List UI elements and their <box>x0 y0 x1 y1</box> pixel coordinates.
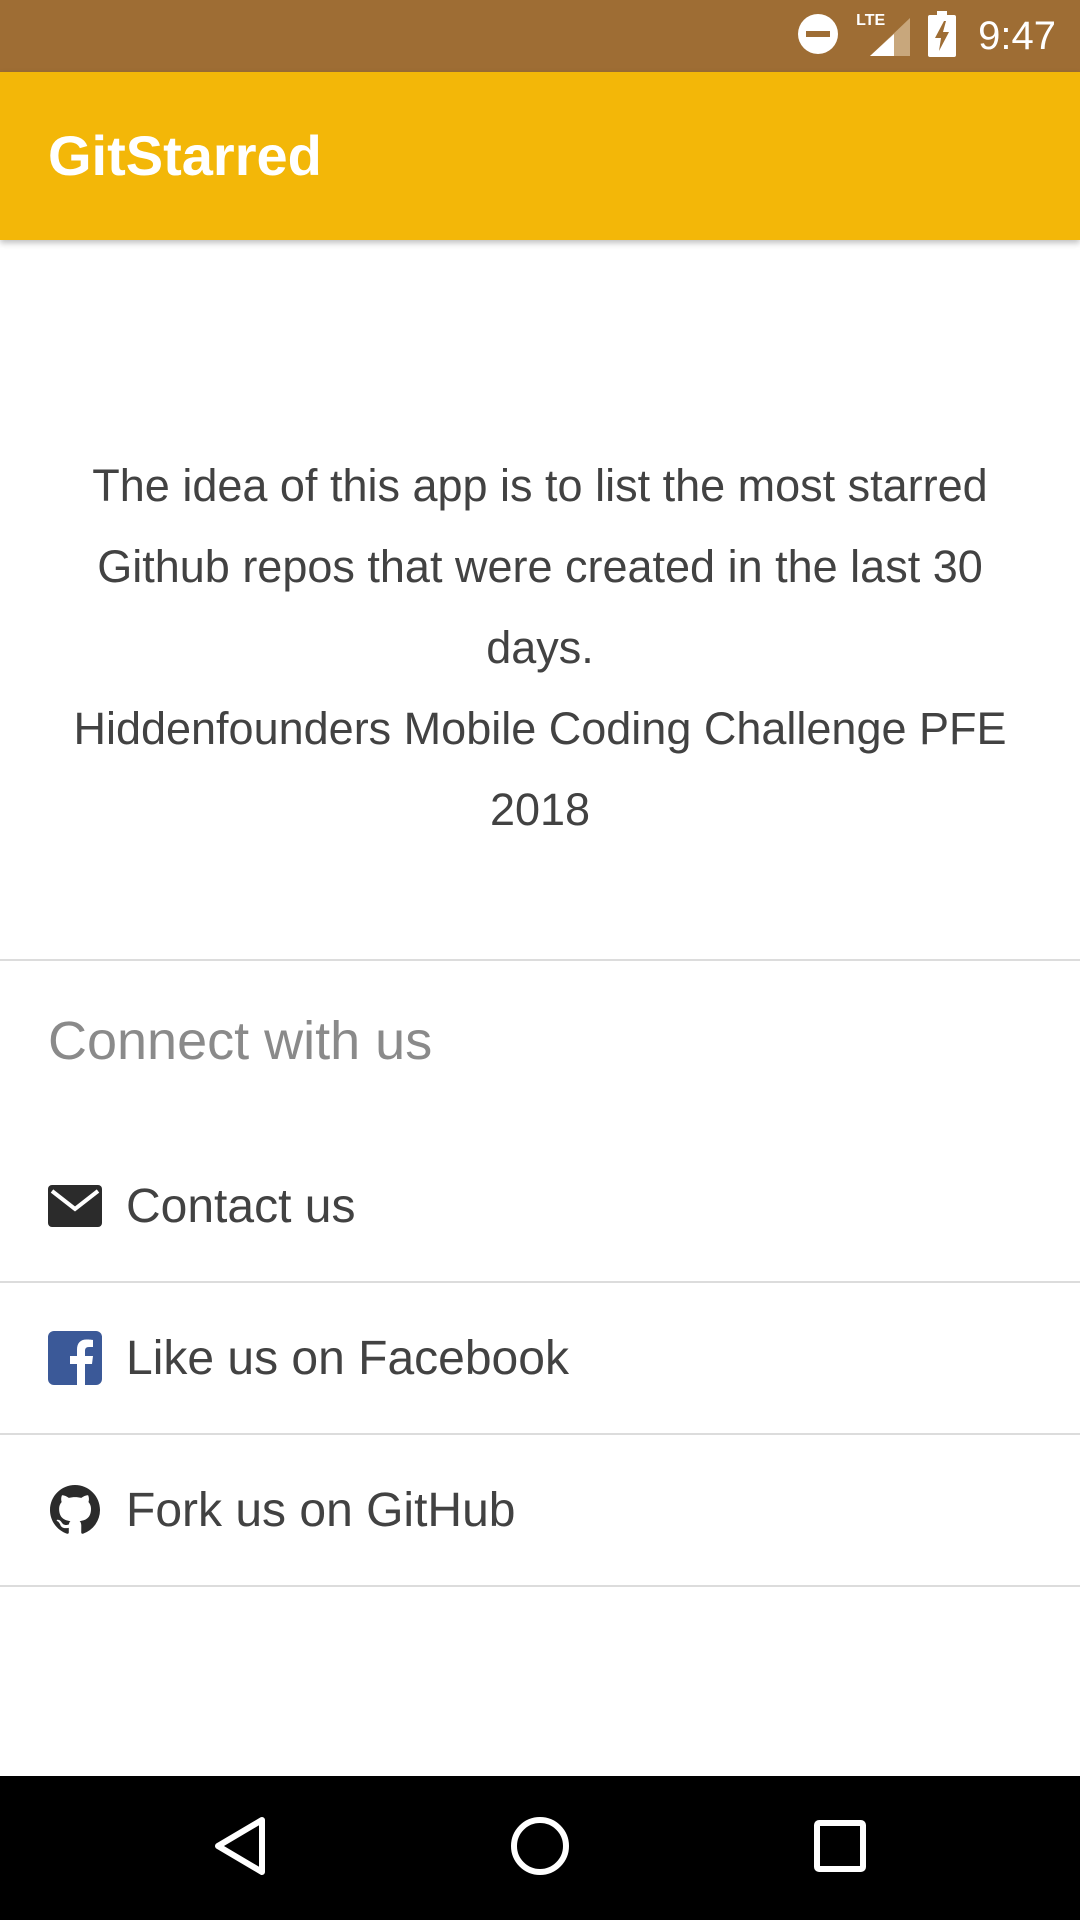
network-type-label: LTE <box>856 12 886 29</box>
envelope-icon <box>48 1179 102 1233</box>
facebook-item[interactable]: Like us on Facebook <box>0 1283 1080 1433</box>
divider <box>0 959 1080 961</box>
facebook-icon <box>48 1331 102 1385</box>
contact-us-label: Contact us <box>126 1179 356 1233</box>
home-button[interactable] <box>468 1776 612 1920</box>
status-time: 9:47 <box>978 13 1056 58</box>
github-item[interactable]: Fork us on GitHub <box>0 1435 1080 1585</box>
about-description: The idea of this app is to list the most… <box>92 460 988 673</box>
status-icons: LTE 9:47 <box>796 0 1056 72</box>
signal-icon: LTE <box>856 12 912 60</box>
status-bar: LTE 9:47 <box>0 0 1080 72</box>
battery-charging-icon <box>928 10 957 62</box>
app-bar: GitStarred <box>0 72 1080 240</box>
contact-us-item[interactable]: Contact us <box>0 1131 1080 1281</box>
github-label: Fork us on GitHub <box>126 1483 516 1537</box>
divider <box>0 1585 1080 1587</box>
connect-title: Connect with us <box>48 1011 433 1071</box>
facebook-label: Like us on Facebook <box>126 1331 569 1385</box>
back-button[interactable] <box>168 1776 312 1920</box>
about-challenge: Hiddenfounders Mobile Coding Challenge P… <box>73 703 1007 835</box>
app-title: GitStarred <box>48 124 322 187</box>
recents-icon <box>814 1819 866 1877</box>
github-icon <box>48 1483 102 1537</box>
navigation-bar <box>0 1776 1080 1920</box>
home-icon <box>510 1816 570 1881</box>
back-icon <box>212 1816 268 1881</box>
recents-button[interactable] <box>768 1776 912 1920</box>
do-not-disturb-icon <box>796 12 840 61</box>
about-section: The idea of this app is to list the most… <box>48 445 1032 850</box>
